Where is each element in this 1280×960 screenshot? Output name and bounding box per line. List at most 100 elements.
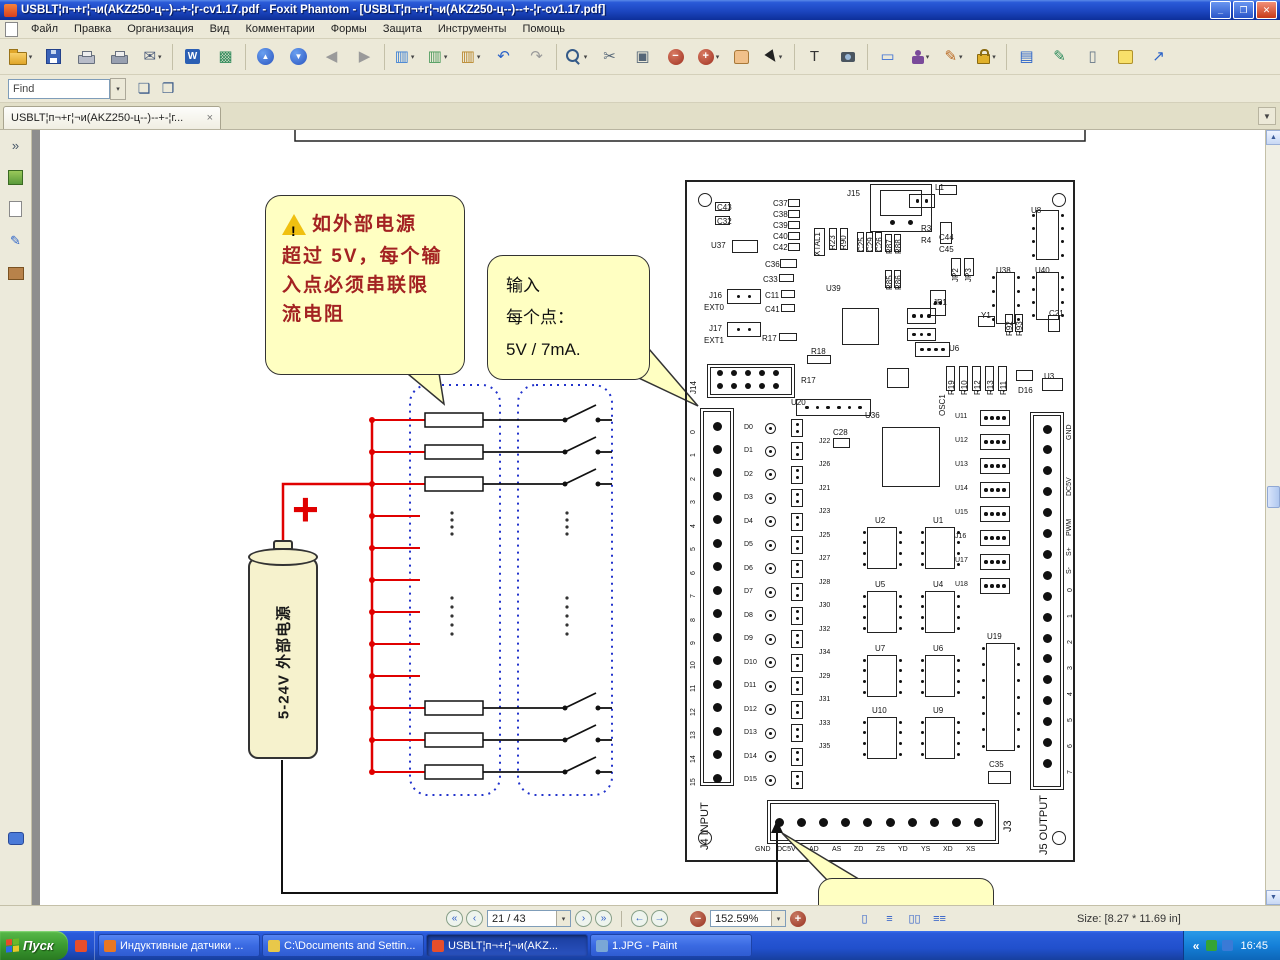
extract-pages-button[interactable]: ▥ ▾ [421,41,454,73]
pin-dot [759,370,765,376]
zoom-caret-icon[interactable]: ▾ [771,911,785,926]
document-page[interactable]: C43 C32 C37 C38 C39 C40 C42 XTAL1 R23 R90 U37 C36 C3… [40,130,1265,905]
scrollbar-thumb[interactable] [1267,486,1280,508]
forward-view-button[interactable]: ▶ [348,41,381,73]
signature-panel-button[interactable]: ✎ [4,230,28,252]
menu-item[interactable]: Инструменты [430,22,515,36]
vertical-scrollbar[interactable]: ▲ ▼ [1265,130,1280,905]
attachments-panel-button[interactable] [4,262,28,284]
page-caret-icon[interactable]: ▾ [556,911,570,926]
previous-view-button[interactable]: ← [631,910,648,927]
print-setup-button[interactable] [103,41,136,73]
pencil-icon: ✎ [944,48,958,65]
taskbar-task[interactable]: 1.JPG - Paint [590,934,752,957]
pin-dot [712,421,722,431]
continuous-view-button[interactable]: ≡ [881,910,898,927]
open-button[interactable]: ▾ [4,41,37,73]
search-input[interactable] [8,78,110,99]
menu-item[interactable]: Организация [119,22,201,36]
pcb-label: 7 [1067,770,1074,774]
menu-item[interactable]: Защита [375,22,430,36]
print-button[interactable] [70,41,103,73]
dropdown-caret-icon: ▾ [992,53,996,61]
pages-panel-button[interactable] [4,198,28,220]
restore-button[interactable]: ❐ [1233,1,1254,19]
page-down-button[interactable]: ▼ [282,41,315,73]
clipboard-button[interactable]: ▣ [626,41,659,73]
hand-tool-button[interactable] [725,41,758,73]
pencil-button[interactable]: ✎ ▾ [937,41,970,73]
menu-item[interactable]: Файл [23,22,66,36]
stamp-button[interactable]: ▾ [904,41,937,73]
form-designer-button[interactable]: ✎ [1043,41,1076,73]
scroll-up-icon[interactable]: ▲ [1266,130,1280,145]
redo-button[interactable]: ↷ [520,41,553,73]
edit-content-button[interactable]: ▤ [1010,41,1043,73]
taskbar-task[interactable]: C:\Documents and Settin... [262,934,424,957]
comments-panel-button[interactable] [4,827,28,849]
camera-button[interactable] [831,41,864,73]
tray-shield-icon[interactable] [1206,940,1218,951]
select-tool-button[interactable]: ▾ [758,41,791,73]
zoom-level-box[interactable]: 152.59% ▾ [710,910,786,927]
next-page-button[interactable]: › [575,910,592,927]
convert-button[interactable]: ▩ [209,41,242,73]
zoom-in-button[interactable]: + ▾ [692,41,725,73]
zoom-out-button[interactable]: − [690,910,706,927]
document-tab[interactable]: USBLT¦п¬+г¦¬и(AKZ250-ц--)--+-¦г... × [3,106,221,129]
tray-chevron-icon[interactable]: « [1193,939,1200,953]
taskbar-task[interactable]: USBLT¦п¬+г¦¬и(AKZ... [426,934,588,957]
save-button[interactable] [37,41,70,73]
insert-pages-button[interactable]: ▥ ▾ [388,41,421,73]
zoom-tool-button[interactable]: ▾ [560,41,593,73]
replace-pages-button[interactable]: ▥ ▾ [454,41,487,73]
page-up-button[interactable]: ▲ [249,41,282,73]
layers-panel-button[interactable] [4,166,28,188]
note-button[interactable] [1109,41,1142,73]
tab-list-caret-icon[interactable]: ▼ [1258,107,1276,125]
collapse-panel-button[interactable]: » [4,134,28,156]
pin-dot [898,690,902,694]
menu-item[interactable]: Помощь [514,22,573,36]
undo-button[interactable]: ↶ [487,41,520,73]
email-button[interactable]: ✉ ▾ [136,41,169,73]
back-view-button[interactable]: ◀ [315,41,348,73]
continuous-facing-view-button[interactable]: ≡≡ [931,910,948,927]
menu-item[interactable]: Правка [66,22,119,36]
pcb-label: C39 [773,221,788,230]
pin-dot [795,657,799,661]
page-display-button[interactable]: ▯ [1076,41,1109,73]
menu-item[interactable]: Комментарии [237,22,322,36]
menu-item[interactable]: Формы [323,22,375,36]
convert-word-button[interactable]: W [176,41,209,73]
tray-network-icon[interactable] [1222,940,1234,951]
quicklaunch-foxit-icon[interactable] [75,939,87,952]
menu-item[interactable]: Вид [202,22,238,36]
typewriter-button[interactable]: T [798,41,831,73]
single-page-view-button[interactable]: ▯ [856,910,873,927]
tab-close-icon[interactable]: × [207,112,213,124]
lock-button[interactable]: ▾ [970,41,1003,73]
last-page-button[interactable]: » [595,910,612,927]
find-next-button[interactable]: ❐ [156,77,180,101]
rectangle-tool-button[interactable]: ▭ [871,41,904,73]
page-number-box[interactable]: 21 / 43 ▾ [487,910,571,927]
next-view-button[interactable]: → [651,910,668,927]
taskbar-task[interactable]: Индуктивные датчики ... [98,934,260,957]
led-indicator [764,774,776,786]
first-page-button[interactable]: « [446,910,463,927]
minimize-button[interactable]: _ [1210,1,1231,19]
close-button[interactable]: ✕ [1256,1,1277,19]
search-dropdown-caret-icon[interactable]: ▾ [110,77,126,100]
mounting-hole [1052,831,1066,845]
taskbar-tasks: Индуктивные датчики ... C:\Documents and … [95,931,1183,960]
facing-view-button[interactable]: ▯▯ [906,910,923,927]
find-previous-button[interactable]: ❏ [132,77,156,101]
zoom-out-button[interactable]: − [659,41,692,73]
previous-page-button[interactable]: ‹ [466,910,483,927]
start-button[interactable]: Пуск [0,931,68,960]
scroll-down-icon[interactable]: ▼ [1266,890,1280,905]
share-button[interactable]: ↗ [1142,41,1175,73]
zoom-in-button[interactable]: + [790,910,806,927]
snapshot-button[interactable]: ✂ [593,41,626,73]
